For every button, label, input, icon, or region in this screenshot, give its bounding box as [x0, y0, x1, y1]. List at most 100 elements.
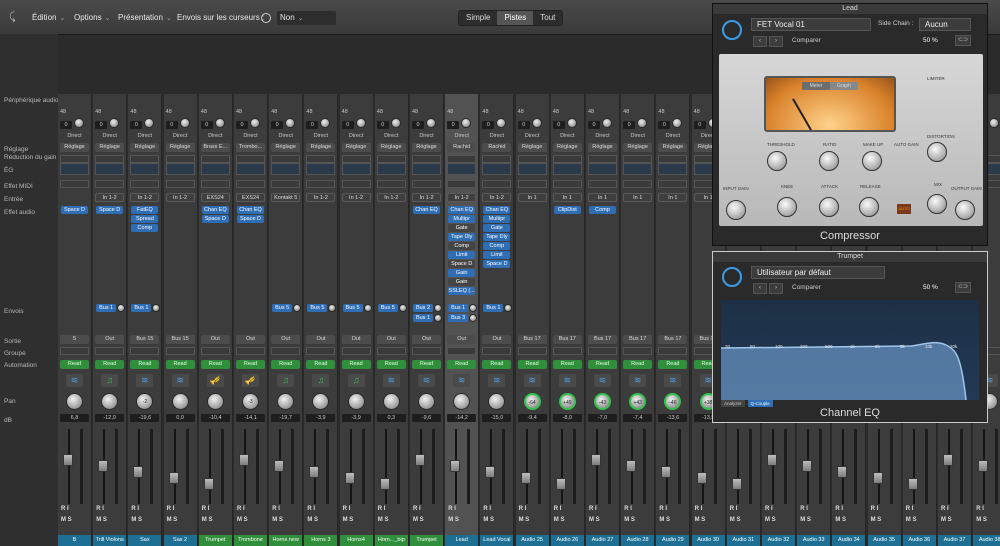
setting-button[interactable]: Réglage	[165, 143, 195, 152]
track-name[interactable]: Trombone	[234, 535, 267, 546]
send-level-knob[interactable]	[363, 304, 372, 312]
side-chain-select[interactable]: Aucun	[919, 18, 971, 31]
record-input-buttons[interactable]: R I	[695, 506, 703, 512]
eq-thumbnail[interactable]	[623, 163, 653, 175]
pan-knob[interactable]	[171, 393, 189, 410]
midi-fx-slot[interactable]	[95, 180, 125, 188]
volume-fader[interactable]	[626, 460, 637, 472]
midi-fx-slot[interactable]	[658, 180, 688, 188]
output-slot[interactable]: Out	[306, 335, 336, 344]
volume-fader[interactable]	[696, 472, 707, 484]
record-input-buttons[interactable]: R I	[167, 506, 175, 512]
mute-solo-buttons[interactable]: M S	[765, 517, 776, 523]
track-name[interactable]: Audio 31	[726, 535, 760, 546]
send-level-knob[interactable]	[469, 304, 478, 312]
pin-icon[interactable]: ⤹	[9, 10, 23, 24]
volume-fader[interactable]	[555, 478, 566, 490]
automation-read[interactable]: Read	[447, 360, 477, 369]
automation-read[interactable]: Read	[341, 360, 371, 369]
mute-solo-buttons[interactable]: M S	[554, 517, 565, 523]
midi-fx-slot[interactable]	[130, 180, 160, 188]
group-slot[interactable]	[341, 347, 371, 355]
midi-fx-slot[interactable]	[482, 180, 512, 188]
automation-read[interactable]: Read	[60, 360, 89, 369]
pan-knob[interactable]	[382, 393, 400, 410]
next-preset-button[interactable]: ›	[769, 36, 783, 47]
input-slot[interactable]: In 1	[658, 193, 688, 202]
input-knob[interactable]	[602, 118, 612, 128]
eq-thumbnail[interactable]	[517, 163, 547, 175]
input-knob[interactable]	[531, 118, 542, 128]
audio-fx-slot[interactable]: Spread	[131, 215, 159, 223]
eq-thumbnail[interactable]	[412, 163, 441, 175]
audio-fx-slot[interactable]: Space D	[201, 215, 229, 223]
audio-fx-slot[interactable]: SSLEQ (...	[448, 287, 476, 295]
pan-knob[interactable]	[101, 393, 119, 410]
audio-fx-slot[interactable]: Space D	[483, 260, 511, 268]
audio-fx-slot[interactable]: Comp	[448, 242, 476, 250]
automation-read[interactable]: Read	[130, 360, 160, 369]
record-input-buttons[interactable]: R I	[413, 506, 421, 512]
automation-read[interactable]: Read	[306, 360, 336, 369]
input-slot[interactable]: Kontakt 5	[271, 193, 301, 202]
output-slot[interactable]: Out	[95, 335, 125, 344]
send-slot[interactable]: Bus 1	[448, 304, 469, 312]
setting-button[interactable]: Rachid	[447, 143, 477, 152]
input-slot[interactable]: In 1	[623, 193, 653, 202]
automation-read[interactable]: Read	[552, 360, 582, 369]
mute-solo-buttons[interactable]: M S	[624, 517, 635, 523]
mute-solo-buttons[interactable]: M S	[237, 517, 248, 523]
volume-fader[interactable]	[203, 478, 214, 490]
group-slot[interactable]	[165, 347, 195, 355]
automation-read[interactable]: Read	[165, 360, 195, 369]
audio-fx-slot[interactable]: Multipr	[448, 215, 476, 223]
pan-knob[interactable]: -2	[136, 393, 154, 410]
group-slot[interactable]	[236, 347, 265, 355]
output-slot[interactable]: Bus 15	[165, 335, 195, 344]
eq-thumbnail[interactable]	[376, 163, 406, 175]
audio-fx-slot[interactable]: Space D	[96, 206, 124, 214]
track-name[interactable]: Horns4	[339, 535, 373, 546]
eq-thumbnail[interactable]	[447, 163, 477, 175]
audio-fx-slot[interactable]: Comp	[589, 206, 616, 214]
record-input-buttons[interactable]: R I	[448, 506, 456, 512]
group-slot[interactable]	[412, 347, 441, 355]
input-slot[interactable]: In 1-2	[412, 193, 441, 202]
input-gain-knob[interactable]	[726, 200, 746, 220]
group-slot[interactable]	[306, 347, 336, 355]
automation-read[interactable]: Read	[623, 360, 653, 369]
audio-fx-slot[interactable]: Chan EQ	[413, 206, 440, 214]
automation-read[interactable]: Read	[482, 360, 512, 369]
record-input-buttons[interactable]: R I	[378, 506, 386, 512]
input-slot[interactable]: In 1-2	[341, 193, 371, 202]
eq-thumbnail[interactable]	[60, 163, 89, 175]
automation-read[interactable]: Read	[200, 360, 230, 369]
meter-graph-toggle[interactable]: Meter Graph	[802, 82, 858, 90]
output-slot[interactable]: Bus 17	[623, 335, 653, 344]
audio-fx-slot[interactable]: Multipr	[483, 215, 511, 223]
track-name[interactable]: Audio 29	[656, 535, 690, 546]
audio-fx-slot[interactable]: Chan EQ	[201, 206, 229, 214]
volume-fader[interactable]	[907, 478, 918, 490]
audio-fx-slot[interactable]: Gain	[448, 269, 476, 277]
group-slot[interactable]	[200, 347, 230, 355]
track-name[interactable]: Audio 36	[902, 535, 936, 546]
group-slot[interactable]	[658, 347, 688, 355]
volume-fader[interactable]	[309, 466, 320, 478]
attack-knob[interactable]	[819, 197, 839, 217]
audio-fx-slot[interactable]: Tape Dly	[483, 233, 511, 241]
input-knob[interactable]	[179, 118, 190, 128]
mute-solo-buttons[interactable]: M S	[659, 517, 670, 523]
record-input-buttons[interactable]: R I	[237, 506, 245, 512]
record-input-buttons[interactable]: R I	[800, 506, 808, 512]
volume-fader[interactable]	[274, 460, 285, 472]
volume-fader[interactable]	[731, 478, 742, 490]
eq-thumbnail[interactable]	[658, 163, 688, 175]
auto-button[interactable]: AUTO	[897, 204, 911, 214]
output-slot[interactable]: 5	[60, 335, 89, 344]
eq-thumbnail[interactable]	[95, 163, 125, 175]
q-couple-button[interactable]: Q-Couple	[747, 400, 773, 407]
input-knob[interactable]	[74, 118, 84, 128]
volume-fader[interactable]	[450, 460, 461, 472]
pan-knob[interactable]	[418, 393, 435, 410]
